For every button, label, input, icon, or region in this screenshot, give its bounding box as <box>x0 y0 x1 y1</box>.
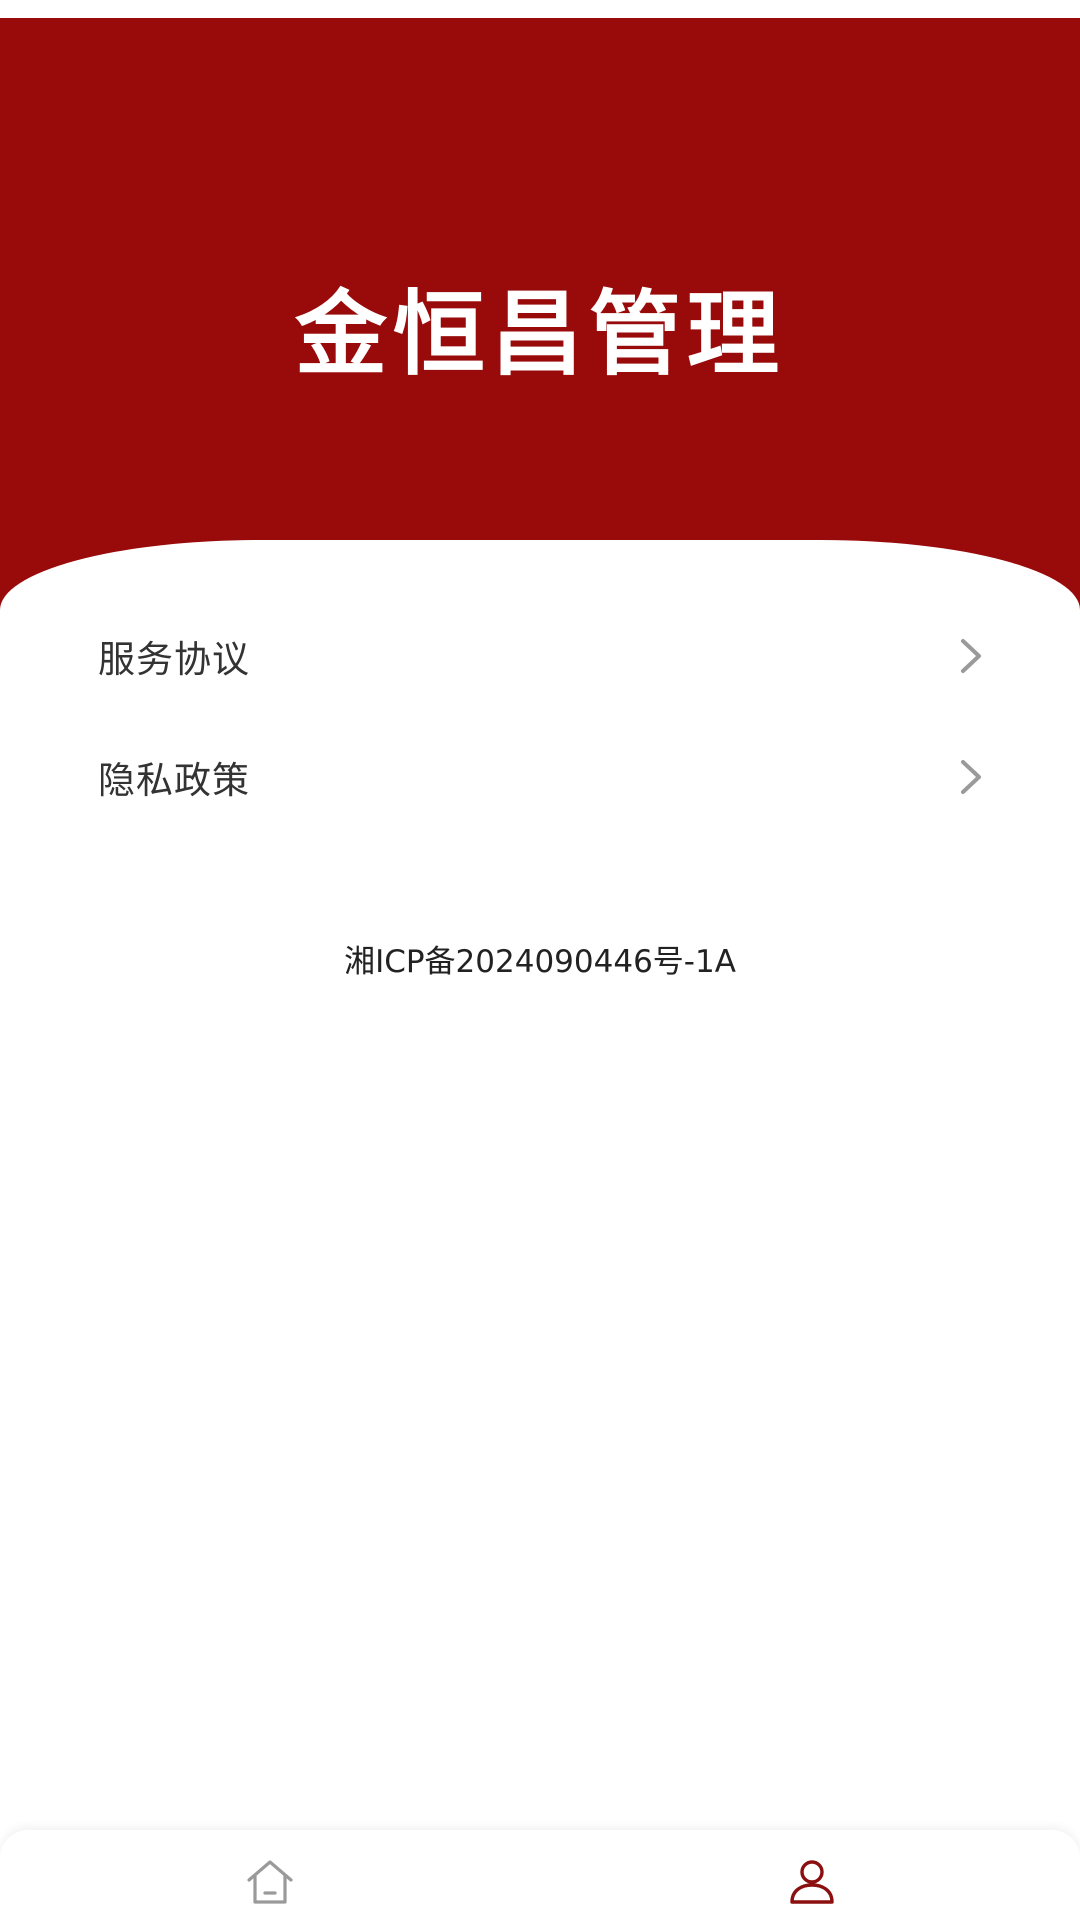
status-bar <box>0 0 1080 18</box>
user-icon <box>787 1858 837 1910</box>
bottom-tab-bar <box>0 1830 1080 1921</box>
tab-home[interactable] <box>210 1830 330 1921</box>
chevron-right-icon <box>954 636 988 676</box>
app-title: 金恒昌管理 <box>294 281 785 388</box>
icp-record-text: 湘ICP备2024090446号-1A <box>344 944 736 980</box>
home-icon <box>245 1858 295 1910</box>
chevron-right-icon <box>954 757 988 797</box>
privacy-policy-item[interactable]: 隐私政策 <box>98 727 988 827</box>
privacy-policy-label: 隐私政策 <box>98 759 250 802</box>
service-agreement-label: 服务协议 <box>98 638 250 681</box>
service-agreement-item[interactable]: 服务协议 <box>98 606 988 706</box>
tab-profile[interactable] <box>752 1830 872 1921</box>
app-screen: 金恒昌管理 服务协议 隐私政策 湘ICP备2024090446号-1A <box>0 0 1080 1921</box>
